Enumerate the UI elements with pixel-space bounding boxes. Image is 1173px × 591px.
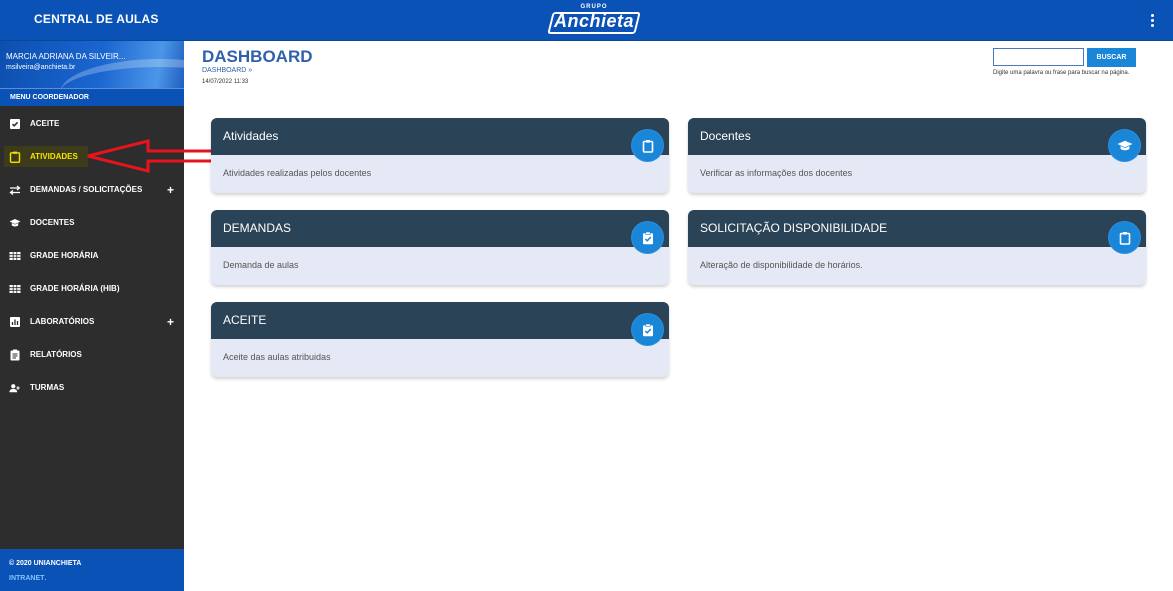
card-title: SOLICITAÇÃO DISPONIBILIDADE: [700, 221, 888, 235]
sidebar-item-turmas[interactable]: TURMAS: [0, 371, 184, 404]
top-bar: CENTRAL DE AULAS GRUPO Anchieta: [0, 0, 1173, 41]
app-title[interactable]: CENTRAL DE AULAS: [34, 12, 159, 26]
card-solicitacao-disponibilidade[interactable]: SOLICITAÇÃO DISPONIBILIDADE Alteração de…: [688, 210, 1146, 285]
sidebar-item-grade-horaria-hib[interactable]: GRADE HORÁRIA (HIB): [0, 272, 184, 305]
clipboard-check-icon: [632, 314, 663, 345]
table-icon: [9, 283, 21, 295]
card-description: Atividades realizadas pelos docentes: [223, 168, 372, 178]
sidebar-item-label: DOCENTES: [30, 218, 75, 227]
card-header: Docentes: [688, 118, 1146, 155]
sidebar-item-relatorios[interactable]: RELATÓRIOS: [0, 338, 184, 371]
card-description: Aceite das aulas atribuidas: [223, 352, 331, 362]
card-title: ACEITE: [223, 313, 267, 327]
anchieta-logo[interactable]: GRUPO Anchieta: [547, 4, 641, 36]
card-header: ACEITE: [211, 302, 669, 339]
expand-icon[interactable]: +: [167, 183, 174, 197]
sidebar-item-label: LABORATÓRIOS: [30, 317, 95, 326]
logo-text: Anchieta: [553, 11, 635, 31]
sidebar-item-grade-horaria[interactable]: GRADE HORÁRIA: [0, 239, 184, 272]
sidebar: MARCIA ADRIANA DA SILVEIR... msilveira@a…: [0, 41, 184, 591]
menu-header: MENU COORDENADOR: [0, 88, 184, 106]
sidebar-item-docentes[interactable]: DOCENTES: [0, 206, 184, 239]
graduation-cap-icon: [1109, 130, 1140, 161]
sidebar-item-label: DEMANDAS / SOLICITAÇÕES: [30, 185, 143, 194]
search-hint: Digite uma palavra ou frase para buscar …: [993, 70, 1130, 76]
sidebar-item-label: TURMAS: [30, 383, 65, 392]
sidebar-item-demandas[interactable]: DEMANDAS / SOLICITAÇÕES +: [0, 173, 184, 206]
logo-group-label: GRUPO: [580, 4, 608, 10]
card-atividades[interactable]: Atividades Atividades realizadas pelos d…: [211, 118, 669, 193]
clipboard-icon: [1109, 222, 1140, 253]
more-options-icon[interactable]: [1144, 10, 1160, 30]
user-email: msilveira@anchieta.br: [6, 64, 76, 71]
card-description: Alteração de disponibilidade de horários…: [700, 260, 863, 270]
card-description: Verificar as informações dos docentes: [700, 168, 853, 178]
clipboard-icon: [632, 130, 663, 161]
expand-icon[interactable]: +: [167, 315, 174, 329]
card-title: DEMANDAS: [223, 221, 292, 235]
chart-icon: [9, 316, 21, 328]
sidebar-item-label: ATIVIDADES: [30, 152, 78, 161]
page-title: DASHBOARD: [202, 47, 313, 66]
breadcrumb[interactable]: DASHBOARD »: [202, 67, 252, 74]
clipboard-icon: [9, 151, 21, 163]
table-icon: [9, 250, 21, 262]
report-icon: [9, 349, 21, 361]
timestamp: 14/07/2022 11:33: [202, 79, 249, 85]
users-icon: [9, 382, 21, 394]
exchange-icon: [9, 184, 21, 196]
clipboard-check-icon: [632, 222, 663, 253]
clipboard-check-icon: [9, 118, 21, 130]
search-input[interactable]: [993, 48, 1084, 66]
card-header: SOLICITAÇÃO DISPONIBILIDADE: [688, 210, 1146, 247]
sidebar-item-aceite[interactable]: ACEITE: [0, 107, 184, 140]
card-title: Docentes: [700, 129, 751, 143]
graduation-cap-icon: [9, 217, 21, 229]
search-button[interactable]: BUSCAR: [1087, 48, 1136, 67]
card-aceite[interactable]: ACEITE Aceite das aulas atribuidas: [211, 302, 669, 377]
copyright-text: © 2020 UNIANCHIETA: [9, 560, 82, 567]
sidebar-item-label: ACEITE: [30, 119, 60, 128]
annotation-arrow-icon: [87, 139, 217, 173]
sidebar-item-label: GRADE HORÁRIA (HIB): [30, 284, 120, 293]
sidebar-item-label: RELATÓRIOS: [30, 350, 82, 359]
card-header: DEMANDAS: [211, 210, 669, 247]
user-name: MARCIA ADRIANA DA SILVEIR...: [6, 52, 126, 61]
card-description: Demanda de aulas: [223, 260, 299, 270]
card-docentes[interactable]: Docentes Verificar as informações dos do…: [688, 118, 1146, 193]
sidebar-item-laboratorios[interactable]: LABORATÓRIOS +: [0, 305, 184, 338]
intranet-link[interactable]: INTRANET: [9, 575, 44, 582]
card-demandas[interactable]: DEMANDAS Demanda de aulas: [211, 210, 669, 285]
card-title: Atividades: [223, 129, 279, 143]
card-header: Atividades: [211, 118, 669, 155]
sidebar-item-label: GRADE HORÁRIA: [30, 251, 99, 260]
sidebar-footer: © 2020 UNIANCHIETA INTRANET.: [0, 549, 184, 591]
footer-dot: .: [44, 575, 47, 582]
user-panel: MARCIA ADRIANA DA SILVEIR... msilveira@a…: [0, 41, 184, 88]
